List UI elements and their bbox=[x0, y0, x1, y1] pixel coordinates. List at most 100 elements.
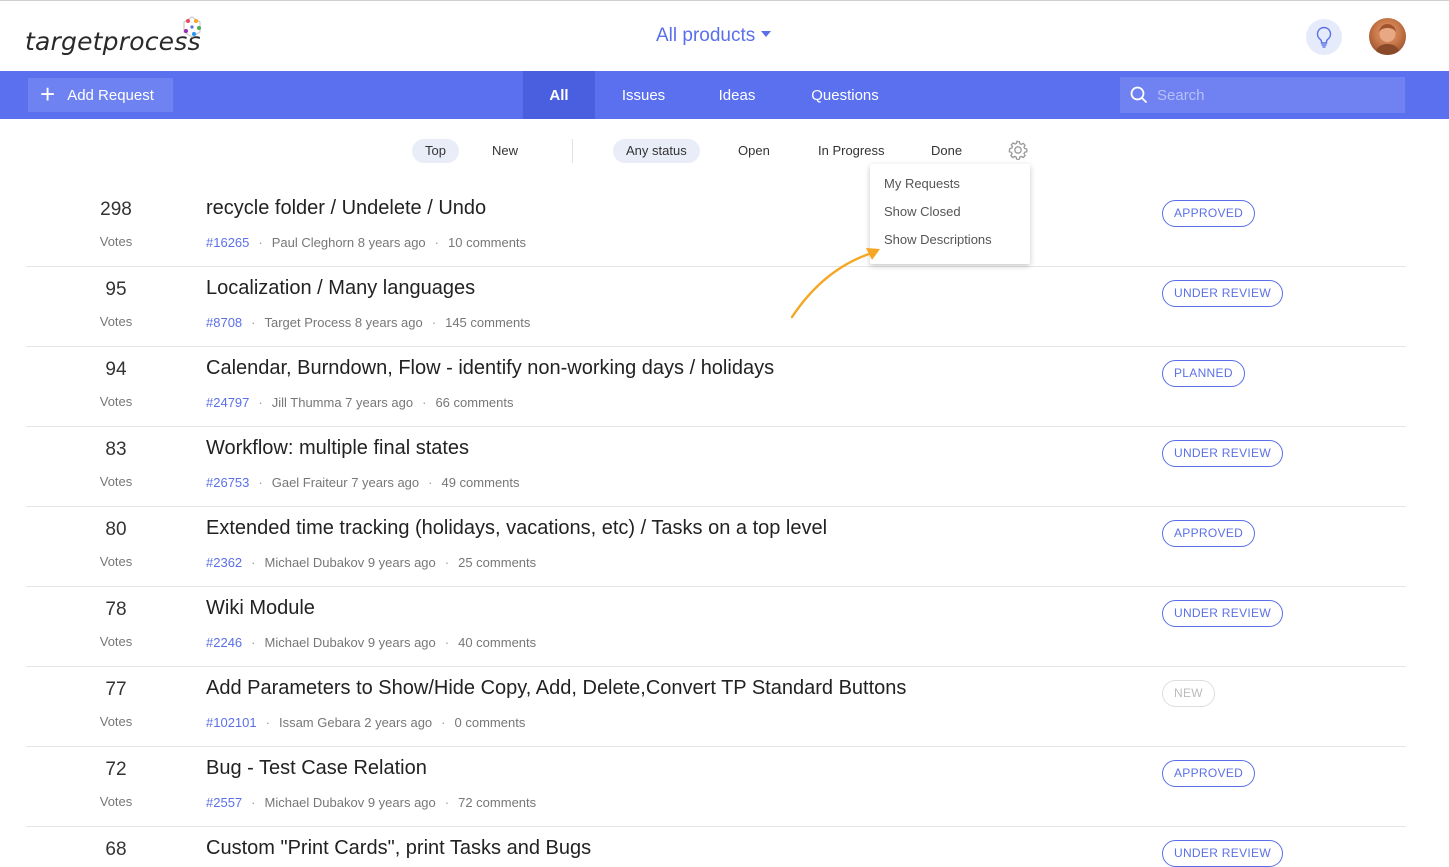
request-id-link[interactable]: #16265 bbox=[206, 235, 249, 250]
separator-dot-icon: · bbox=[434, 235, 440, 250]
request-id-link[interactable]: #24797 bbox=[206, 395, 249, 410]
main-navbar: + Add Request All Issues Ideas Questions bbox=[0, 71, 1449, 119]
vote-count[interactable]: 72 bbox=[66, 759, 166, 781]
request-author: Paul Cleghorn 8 years ago bbox=[271, 235, 426, 250]
search-input[interactable] bbox=[1157, 86, 1387, 104]
menu-show-closed[interactable]: Show Closed bbox=[870, 198, 1030, 226]
status-badge: APPROVED bbox=[1162, 200, 1256, 227]
request-comments-link[interactable]: 0 comments bbox=[455, 715, 526, 730]
request-author: Michael Dubakov 9 years ago bbox=[264, 795, 436, 810]
logo[interactable]: targetprocess bbox=[25, 27, 201, 56]
request-comments-link[interactable]: 66 comments bbox=[435, 395, 513, 410]
search-icon bbox=[1130, 86, 1148, 104]
request-row[interactable]: 77 Votes Add Parameters to Show/Hide Cop… bbox=[26, 667, 1406, 747]
request-comments-link[interactable]: 49 comments bbox=[441, 475, 519, 490]
separator-dot-icon: · bbox=[444, 555, 450, 570]
status-badge: PLANNED bbox=[1162, 360, 1245, 387]
vote-count[interactable]: 95 bbox=[66, 279, 166, 301]
status-badge: APPROVED bbox=[1162, 760, 1256, 787]
request-row[interactable]: 95 Votes Localization / Many languages #… bbox=[26, 267, 1406, 347]
status-badge: APPROVED bbox=[1162, 520, 1256, 547]
request-meta: #102101 · Issam Gebara 2 years ago · 0 comme… bbox=[206, 715, 525, 730]
request-row[interactable]: 298 Votes recycle folder / Undelete / Un… bbox=[26, 187, 1406, 267]
request-title-link[interactable]: recycle folder / Undelete / Undo bbox=[206, 197, 486, 220]
status-done[interactable]: Done bbox=[918, 139, 975, 163]
request-row[interactable]: 68 Custom "Print Cards", print Tasks and… bbox=[26, 827, 1406, 867]
status-any[interactable]: Any status bbox=[613, 139, 700, 163]
request-row[interactable]: 80 Votes Extended time tracking (holiday… bbox=[26, 507, 1406, 587]
status-in-progress[interactable]: In Progress bbox=[805, 139, 897, 163]
request-title-link[interactable]: Localization / Many languages bbox=[206, 277, 475, 300]
votes-label: Votes bbox=[99, 554, 133, 569]
separator-dot-icon: · bbox=[251, 315, 256, 330]
request-id-link[interactable]: #8708 bbox=[206, 315, 242, 330]
request-row[interactable]: 83 Votes Workflow: multiple final states… bbox=[26, 427, 1406, 507]
user-avatar[interactable] bbox=[1369, 18, 1406, 55]
add-request-button[interactable]: + Add Request bbox=[28, 78, 173, 112]
request-row[interactable]: 72 Votes Bug - Test Case Relation #2557 ·… bbox=[26, 747, 1406, 827]
request-title-link[interactable]: Bug - Test Case Relation bbox=[206, 757, 427, 780]
request-author: Target Process 8 years ago bbox=[264, 315, 423, 330]
request-comments-link[interactable]: 72 comments bbox=[458, 795, 536, 810]
menu-my-requests[interactable]: My Requests bbox=[870, 170, 1030, 198]
status-open[interactable]: Open bbox=[725, 139, 783, 163]
request-author: Issam Gebara 2 years ago bbox=[278, 715, 433, 730]
request-meta: #26753 · Gael Fraiteur 7 years ago · 49 comm… bbox=[206, 475, 520, 490]
vote-count[interactable]: 68 bbox=[66, 839, 166, 861]
filter-divider bbox=[572, 139, 573, 163]
vote-count[interactable]: 298 bbox=[66, 199, 166, 221]
separator-dot-icon: · bbox=[431, 315, 437, 330]
status-badge: UNDER REVIEW bbox=[1162, 440, 1283, 467]
request-title-link[interactable]: Workflow: multiple final states bbox=[206, 437, 469, 460]
tab-ideas[interactable]: Ideas bbox=[692, 71, 782, 119]
request-row[interactable]: 78 Votes Wiki Module #2246 · Michael Dubak… bbox=[26, 587, 1406, 667]
products-dropdown[interactable]: All products bbox=[656, 25, 772, 47]
separator-dot-icon: · bbox=[422, 395, 427, 410]
plus-icon: + bbox=[40, 78, 56, 109]
sort-new[interactable]: New bbox=[479, 139, 531, 163]
request-id-link[interactable]: #26753 bbox=[206, 475, 249, 490]
request-meta: #24797 · Jill Thumma 7 years ago · 66 commen… bbox=[206, 395, 514, 410]
vote-count[interactable]: 80 bbox=[66, 519, 166, 541]
separator-dot-icon: · bbox=[258, 395, 263, 410]
request-author: Michael Dubakov 9 years ago bbox=[264, 635, 436, 650]
vote-count[interactable]: 78 bbox=[66, 599, 166, 621]
tab-all[interactable]: All bbox=[523, 71, 595, 119]
vote-count[interactable]: 83 bbox=[66, 439, 166, 461]
request-comments-link[interactable]: 145 comments bbox=[445, 315, 530, 330]
type-tabs: All Issues Ideas Questions bbox=[523, 71, 908, 119]
request-comments-link[interactable]: 40 comments bbox=[458, 635, 536, 650]
request-title-link[interactable]: Custom "Print Cards", print Tasks and Bu… bbox=[206, 837, 591, 860]
ideas-lightbulb-button[interactable] bbox=[1306, 19, 1342, 55]
request-meta: #2557 · Michael Dubakov 9 years ago · 72 com… bbox=[206, 795, 536, 810]
vote-count[interactable]: 94 bbox=[66, 359, 166, 381]
request-title-link[interactable]: Wiki Module bbox=[206, 597, 315, 620]
logo-mark-icon bbox=[183, 16, 201, 38]
votes-label: Votes bbox=[99, 634, 133, 649]
separator-dot-icon: · bbox=[251, 795, 256, 810]
tab-issues[interactable]: Issues bbox=[595, 71, 692, 119]
separator-dot-icon: · bbox=[444, 795, 450, 810]
request-comments-link[interactable]: 25 comments bbox=[458, 555, 536, 570]
avatar-photo-icon bbox=[1375, 24, 1400, 55]
request-id-link[interactable]: #2557 bbox=[206, 795, 242, 810]
request-id-link[interactable]: #2362 bbox=[206, 555, 242, 570]
request-meta: #2246 · Michael Dubakov 9 years ago · 40 com… bbox=[206, 635, 536, 650]
request-title-link[interactable]: Add Parameters to Show/Hide Copy, Add, D… bbox=[206, 677, 906, 700]
sort-top[interactable]: Top bbox=[412, 139, 459, 163]
votes-label: Votes bbox=[99, 394, 133, 409]
add-request-label: Add Request bbox=[67, 86, 154, 104]
request-title-link[interactable]: Extended time tracking (holidays, vacati… bbox=[206, 517, 827, 540]
tab-questions[interactable]: Questions bbox=[782, 71, 908, 119]
request-id-link[interactable]: #102101 bbox=[206, 715, 257, 730]
gear-icon[interactable] bbox=[1007, 139, 1029, 161]
status-badge: UNDER REVIEW bbox=[1162, 600, 1283, 627]
request-title-link[interactable]: Calendar, Burndown, Flow - identify non-… bbox=[206, 357, 774, 380]
request-id-link[interactable]: #2246 bbox=[206, 635, 242, 650]
status-badge: UNDER REVIEW bbox=[1162, 840, 1283, 867]
separator-dot-icon: · bbox=[444, 635, 450, 650]
vote-count[interactable]: 77 bbox=[66, 679, 166, 701]
request-row[interactable]: 94 Votes Calendar, Burndown, Flow - iden… bbox=[26, 347, 1406, 427]
request-comments-link[interactable]: 10 comments bbox=[448, 235, 526, 250]
request-author: Jill Thumma 7 years ago bbox=[271, 395, 414, 410]
